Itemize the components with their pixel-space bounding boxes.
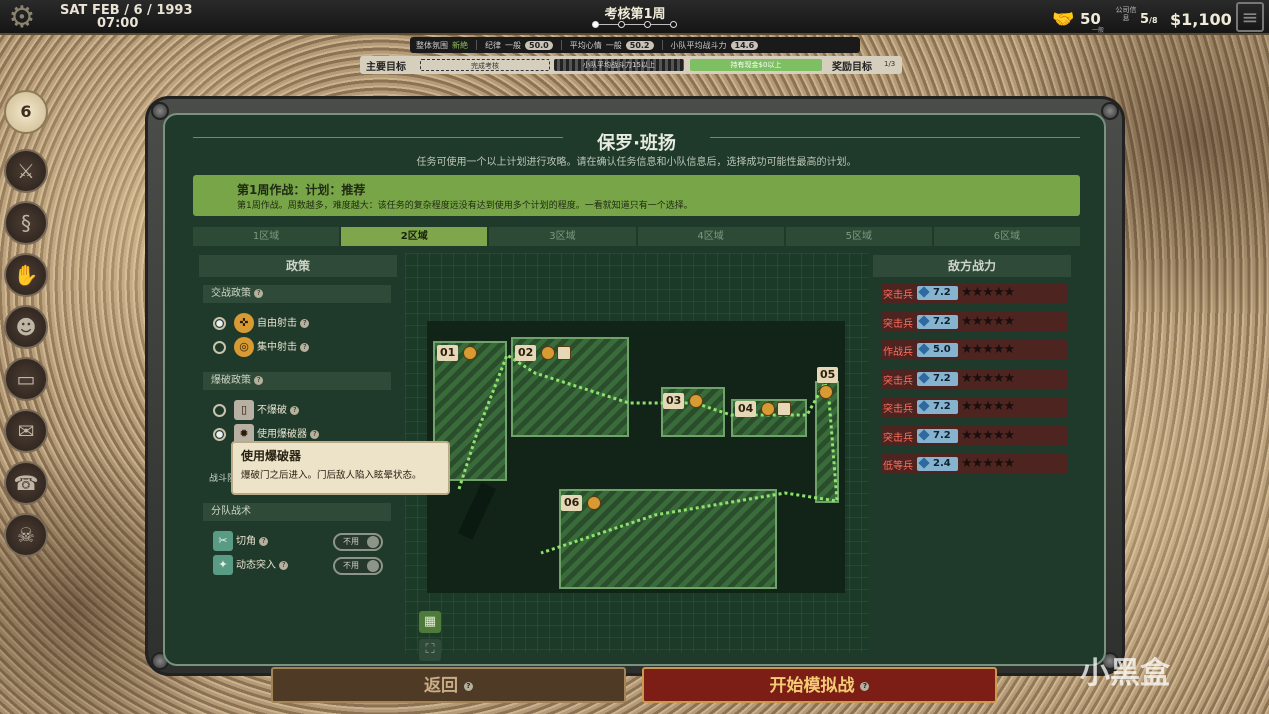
bonus-goal-label: 奖励目标: [832, 62, 872, 73]
option-dynamic-entry: ✦ 动态突入 ?: [213, 555, 289, 575]
crosshair-icon: [463, 346, 477, 360]
tab-zone-3[interactable]: 3区域: [489, 227, 636, 246]
handshake-icon[interactable]: ✋: [4, 253, 48, 297]
squad-icon[interactable]: ☻: [4, 305, 48, 349]
tab-zone-4[interactable]: 4区域: [637, 227, 784, 246]
option-pie: ✂ 切角 ?: [213, 531, 269, 551]
mail-icon[interactable]: ✉: [4, 409, 48, 453]
enemy-row: 突击兵 7.2 ★★★★★: [881, 312, 1067, 332]
breacher-tooltip: 使用爆破器 爆破门之后进入。门后敌人陷入眩晕状态。: [231, 441, 450, 495]
money-value: $1,100: [1170, 10, 1232, 29]
back-button[interactable]: 返回 ?: [271, 667, 626, 703]
hr-value: 5/8: [1140, 12, 1158, 27]
start-simulation-button[interactable]: 开始模拟战 ?: [642, 667, 997, 703]
goal-segment: 完成考核: [420, 59, 550, 71]
crosshair-icon: [587, 496, 601, 510]
option-focus-fire[interactable]: ◎ 集中射击 ?: [213, 337, 310, 357]
watermark: 小黑盒: [1080, 656, 1170, 691]
squad-route: [457, 352, 839, 555]
skull-icon[interactable]: ☠: [4, 513, 48, 557]
vehicle-icon[interactable]: ▭: [4, 357, 48, 401]
crosshair-icon: [541, 346, 555, 360]
mission-panel: 保罗·班扬 任务可使用一个以上计划进行攻略。请在确认任务信息和小队信息后，选择成…: [163, 113, 1106, 666]
goal-segment: 持有现金$0以上: [690, 59, 822, 71]
dynamic-entry-toggle[interactable]: 不用: [333, 557, 383, 575]
mission-icon[interactable]: ⚔: [4, 149, 48, 193]
enemy-row: 突击兵 7.2 ★★★★★: [881, 369, 1067, 389]
target-icon: ◎: [234, 337, 254, 357]
policy-header: 政策: [199, 255, 397, 277]
phone-icon[interactable]: ☎: [4, 461, 48, 505]
help-icon: ?: [254, 288, 264, 298]
fullscreen-icon[interactable]: ⛶: [419, 639, 441, 661]
pie-tactic-icon: ✂: [213, 531, 233, 551]
engage-policy-section: 交战政策 ?: [203, 285, 391, 303]
plan-banner: 第1周作战：计划：推荐 第1周作战。周数越多，难度越大：该任务的复杂程度远没有达…: [193, 175, 1080, 216]
crosshair-icon: [761, 402, 775, 416]
reputation-sub: 一般: [1092, 27, 1105, 34]
help-icon: ?: [254, 375, 264, 385]
bonus-goal-count: 1/3: [884, 60, 896, 68]
tactical-map[interactable]: 01 02 03 04 05 06 ▦ ⛶: [405, 253, 869, 661]
option-free-fire[interactable]: ✜ 自由射击 ?: [213, 313, 310, 333]
enemy-row: 作战兵 5.0 ★★★★★: [881, 340, 1067, 360]
crosshair-icon: [819, 385, 833, 399]
week-title: 考核第1周: [604, 7, 666, 22]
top-bar: ⚙ SAT FEB / 6 / 1993 07:00 考核第1周 🤝 50 一般…: [0, 0, 1269, 35]
enemy-row: 突击兵 7.2 ★★★★★: [881, 397, 1067, 417]
dynamic-entry-icon: ✦: [213, 555, 233, 575]
tab-zone-5[interactable]: 5区域: [785, 227, 932, 246]
squad-stats-bar: 整体氛围 新絶 纪律 一般 50.0 平均心情 一般 50.2 小队平均战斗力 14.6: [410, 37, 860, 53]
mission-subtitle: 任务可使用一个以上计划进行攻略。请在确认任务信息和小队信息后，选择成功可能性最高…: [416, 157, 857, 168]
document-icon[interactable]: ≡: [1236, 2, 1264, 32]
time-label: 07:00: [97, 16, 139, 31]
crosshair-icon: ✜: [234, 313, 254, 333]
radio-selected-icon: [213, 427, 226, 441]
room-label-01: 01: [437, 345, 459, 361]
room-label-06: 06: [561, 495, 583, 511]
radio-icon: [213, 340, 226, 354]
enemy-row: 低等兵 2.4 ★★★★★: [881, 454, 1067, 474]
door-icon: ▯: [234, 400, 254, 420]
goal-segment: 小队平均战斗力15以上: [554, 59, 684, 71]
main-goal-label: 主要目标: [366, 62, 406, 73]
goal-bar: 主要目标 完成考核 小队平均战斗力15以上 持有现金$0以上 奖励目标 1/3: [360, 56, 902, 74]
room-label-05: 05: [817, 367, 839, 383]
radio-icon: [213, 403, 226, 417]
company-info-icon[interactable]: 公司信息: [1114, 6, 1138, 28]
room-label-03: 03: [663, 393, 685, 409]
split-tactics-section: 分队战术: [203, 503, 391, 521]
enemy-header: 敌方战力: [873, 255, 1071, 277]
room-label-04: 04: [735, 401, 757, 417]
mission-title: 保罗·班扬: [597, 133, 676, 154]
map-view-icon[interactable]: ▦: [419, 611, 441, 633]
pie-toggle[interactable]: 不用: [333, 533, 383, 551]
tab-zone-1[interactable]: 1区域: [193, 227, 340, 246]
day-label: SAT: [60, 3, 88, 18]
option-no-breach[interactable]: ▯ 不爆破 ?: [213, 400, 300, 420]
handshake-icon: 🤝: [1052, 9, 1075, 30]
radio-selected-icon: [213, 316, 226, 330]
breach-policy-section: 爆破政策 ?: [203, 372, 391, 390]
breacher-icon: [557, 346, 571, 360]
week-progress: [592, 21, 678, 29]
settings-gear-icon[interactable]: ⚙: [6, 2, 38, 34]
calendar-button[interactable]: 6: [4, 90, 48, 134]
route-icon[interactable]: §: [4, 201, 48, 245]
zone-tabs: 1区域 2区域 3区域 4区域 5区域 6区域: [193, 227, 1081, 246]
enemy-row: 突击兵 7.2 ★★★★★: [881, 283, 1067, 303]
crosshair-icon: [689, 394, 703, 408]
enemy-row: 突击兵 7.2 ★★★★★: [881, 426, 1067, 446]
tab-zone-6[interactable]: 6区域: [933, 227, 1081, 246]
tab-zone-2[interactable]: 2区域: [341, 227, 488, 246]
breacher-icon: [777, 402, 791, 416]
room-label-02: 02: [515, 345, 537, 361]
